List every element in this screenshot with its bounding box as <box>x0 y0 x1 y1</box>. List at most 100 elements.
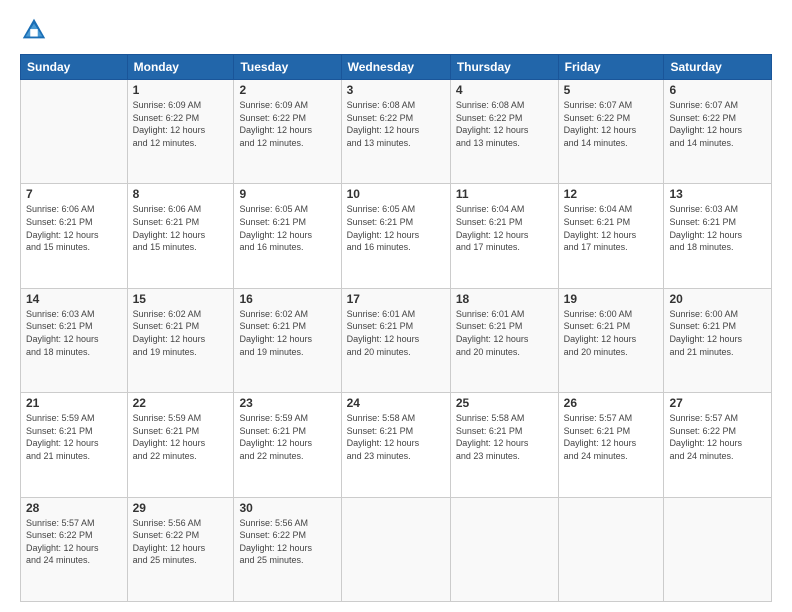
day-info: Sunrise: 6:07 AM Sunset: 6:22 PM Dayligh… <box>564 99 659 149</box>
calendar-cell: 25 Sunrise: 5:58 AM Sunset: 6:21 PM Dayli… <box>450 393 558 497</box>
day-info: Sunrise: 6:08 AM Sunset: 6:22 PM Dayligh… <box>347 99 445 149</box>
day-number: 18 <box>456 292 553 306</box>
day-number: 12 <box>564 187 659 201</box>
day-info: Sunrise: 6:02 AM Sunset: 6:21 PM Dayligh… <box>133 308 229 358</box>
calendar-header-friday: Friday <box>558 55 664 80</box>
day-number: 30 <box>239 501 335 515</box>
calendar-cell: 3Sunrise: 6:08 AM Sunset: 6:22 PM Daylig… <box>341 80 450 184</box>
day-number: 28 <box>26 501 122 515</box>
day-info: Sunrise: 5:57 AM Sunset: 6:22 PM Dayligh… <box>669 412 766 462</box>
day-info: Sunrise: 6:07 AM Sunset: 6:22 PM Dayligh… <box>669 99 766 149</box>
calendar-cell: 16Sunrise: 6:02 AM Sunset: 6:21 PM Dayli… <box>234 288 341 392</box>
calendar-cell: 8 Sunrise: 6:06 AM Sunset: 6:21 PM Daylig… <box>127 184 234 288</box>
day-number: 13 <box>669 187 766 201</box>
day-number: 14 <box>26 292 122 306</box>
calendar-cell <box>341 497 450 601</box>
day-info: Sunrise: 6:05 AM Sunset: 6:21 PM Dayligh… <box>347 203 445 253</box>
day-number: 25 <box>456 396 553 410</box>
calendar-header-row: SundayMondayTuesdayWednesdayThursdayFrid… <box>21 55 772 80</box>
calendar-header-sunday: Sunday <box>21 55 128 80</box>
logo-icon <box>20 16 48 44</box>
calendar-cell: 11 Sunrise: 6:04 AM Sunset: 6:21 PM Dayli… <box>450 184 558 288</box>
calendar-cell <box>558 497 664 601</box>
calendar-cell: 1 Sunrise: 6:09 AM Sunset: 6:22 PM Daylig… <box>127 80 234 184</box>
day-number: 9 <box>239 187 335 201</box>
day-info: Sunrise: 6:00 AM Sunset: 6:21 PM Dayligh… <box>564 308 659 358</box>
day-info: Sunrise: 6:02 AM Sunset: 6:21 PM Dayligh… <box>239 308 335 358</box>
day-info: Sunrise: 5:58 AM Sunset: 6:21 PM Dayligh… <box>456 412 553 462</box>
day-number: 8 <box>133 187 229 201</box>
day-number: 4 <box>456 83 553 97</box>
day-number: 19 <box>564 292 659 306</box>
logo <box>20 16 52 44</box>
day-info: Sunrise: 6:00 AM Sunset: 6:21 PM Dayligh… <box>669 308 766 358</box>
day-info: Sunrise: 6:09 AM Sunset: 6:22 PM Dayligh… <box>133 99 229 149</box>
day-info: Sunrise: 6:08 AM Sunset: 6:22 PM Dayligh… <box>456 99 553 149</box>
day-info: Sunrise: 6:01 AM Sunset: 6:21 PM Dayligh… <box>347 308 445 358</box>
calendar-cell: 18 Sunrise: 6:01 AM Sunset: 6:21 PM Dayli… <box>450 288 558 392</box>
day-number: 5 <box>564 83 659 97</box>
day-info: Sunrise: 6:01 AM Sunset: 6:21 PM Dayligh… <box>456 308 553 358</box>
calendar-week-row: 1 Sunrise: 6:09 AM Sunset: 6:22 PM Daylig… <box>21 80 772 184</box>
calendar-cell: 14 Sunrise: 6:03 AM Sunset: 6:21 PM Dayli… <box>21 288 128 392</box>
day-number: 26 <box>564 396 659 410</box>
calendar-cell: 30 Sunrise: 5:56 AM Sunset: 6:22 PM Dayli… <box>234 497 341 601</box>
day-info: Sunrise: 6:09 AM Sunset: 6:22 PM Dayligh… <box>239 99 335 149</box>
calendar-cell: 13 Sunrise: 6:03 AM Sunset: 6:21 PM Dayli… <box>664 184 772 288</box>
day-number: 7 <box>26 187 122 201</box>
day-info: Sunrise: 5:56 AM Sunset: 6:22 PM Dayligh… <box>133 517 229 567</box>
day-info: Sunrise: 6:03 AM Sunset: 6:21 PM Dayligh… <box>26 308 122 358</box>
day-info: Sunrise: 6:03 AM Sunset: 6:21 PM Dayligh… <box>669 203 766 253</box>
day-number: 6 <box>669 83 766 97</box>
day-number: 1 <box>133 83 229 97</box>
day-info: Sunrise: 6:05 AM Sunset: 6:21 PM Dayligh… <box>239 203 335 253</box>
calendar-cell <box>664 497 772 601</box>
calendar-header-tuesday: Tuesday <box>234 55 341 80</box>
day-number: 17 <box>347 292 445 306</box>
calendar-header-thursday: Thursday <box>450 55 558 80</box>
calendar-cell: 29 Sunrise: 5:56 AM Sunset: 6:22 PM Dayli… <box>127 497 234 601</box>
day-number: 15 <box>133 292 229 306</box>
day-number: 2 <box>239 83 335 97</box>
day-number: 29 <box>133 501 229 515</box>
day-number: 23 <box>239 396 335 410</box>
calendar-cell: 28 Sunrise: 5:57 AM Sunset: 6:22 PM Dayli… <box>21 497 128 601</box>
calendar-cell: 2 Sunrise: 6:09 AM Sunset: 6:22 PM Daylig… <box>234 80 341 184</box>
calendar-cell: 6 Sunrise: 6:07 AM Sunset: 6:22 PM Daylig… <box>664 80 772 184</box>
calendar-week-row: 28 Sunrise: 5:57 AM Sunset: 6:22 PM Dayli… <box>21 497 772 601</box>
day-number: 21 <box>26 396 122 410</box>
day-number: 24 <box>347 396 445 410</box>
calendar-header-monday: Monday <box>127 55 234 80</box>
day-info: Sunrise: 5:59 AM Sunset: 6:21 PM Dayligh… <box>239 412 335 462</box>
day-info: Sunrise: 5:57 AM Sunset: 6:21 PM Dayligh… <box>564 412 659 462</box>
calendar-cell: 17 Sunrise: 6:01 AM Sunset: 6:21 PM Dayli… <box>341 288 450 392</box>
day-info: Sunrise: 5:56 AM Sunset: 6:22 PM Dayligh… <box>239 517 335 567</box>
calendar-cell: 23 Sunrise: 5:59 AM Sunset: 6:21 PM Dayli… <box>234 393 341 497</box>
day-number: 11 <box>456 187 553 201</box>
day-info: Sunrise: 6:04 AM Sunset: 6:21 PM Dayligh… <box>456 203 553 253</box>
calendar-week-row: 7 Sunrise: 6:06 AM Sunset: 6:21 PM Daylig… <box>21 184 772 288</box>
day-number: 10 <box>347 187 445 201</box>
calendar-header-wednesday: Wednesday <box>341 55 450 80</box>
day-info: Sunrise: 5:59 AM Sunset: 6:21 PM Dayligh… <box>26 412 122 462</box>
day-info: Sunrise: 5:59 AM Sunset: 6:21 PM Dayligh… <box>133 412 229 462</box>
calendar-cell: 12 Sunrise: 6:04 AM Sunset: 6:21 PM Dayli… <box>558 184 664 288</box>
day-info: Sunrise: 6:04 AM Sunset: 6:21 PM Dayligh… <box>564 203 659 253</box>
calendar-cell: 19 Sunrise: 6:00 AM Sunset: 6:21 PM Dayli… <box>558 288 664 392</box>
calendar-cell: 15 Sunrise: 6:02 AM Sunset: 6:21 PM Dayli… <box>127 288 234 392</box>
calendar-week-row: 21 Sunrise: 5:59 AM Sunset: 6:21 PM Dayli… <box>21 393 772 497</box>
calendar-cell <box>21 80 128 184</box>
calendar-cell: 9 Sunrise: 6:05 AM Sunset: 6:21 PM Daylig… <box>234 184 341 288</box>
calendar-header-saturday: Saturday <box>664 55 772 80</box>
calendar-cell: 20 Sunrise: 6:00 AM Sunset: 6:21 PM Dayli… <box>664 288 772 392</box>
calendar-cell: 5 Sunrise: 6:07 AM Sunset: 6:22 PM Daylig… <box>558 80 664 184</box>
header <box>20 16 772 44</box>
day-number: 20 <box>669 292 766 306</box>
day-info: Sunrise: 5:58 AM Sunset: 6:21 PM Dayligh… <box>347 412 445 462</box>
calendar-cell: 24 Sunrise: 5:58 AM Sunset: 6:21 PM Dayli… <box>341 393 450 497</box>
calendar-cell: 21 Sunrise: 5:59 AM Sunset: 6:21 PM Dayli… <box>21 393 128 497</box>
calendar-cell: 10 Sunrise: 6:05 AM Sunset: 6:21 PM Dayli… <box>341 184 450 288</box>
day-info: Sunrise: 6:06 AM Sunset: 6:21 PM Dayligh… <box>26 203 122 253</box>
day-info: Sunrise: 6:06 AM Sunset: 6:21 PM Dayligh… <box>133 203 229 253</box>
day-info: Sunrise: 5:57 AM Sunset: 6:22 PM Dayligh… <box>26 517 122 567</box>
